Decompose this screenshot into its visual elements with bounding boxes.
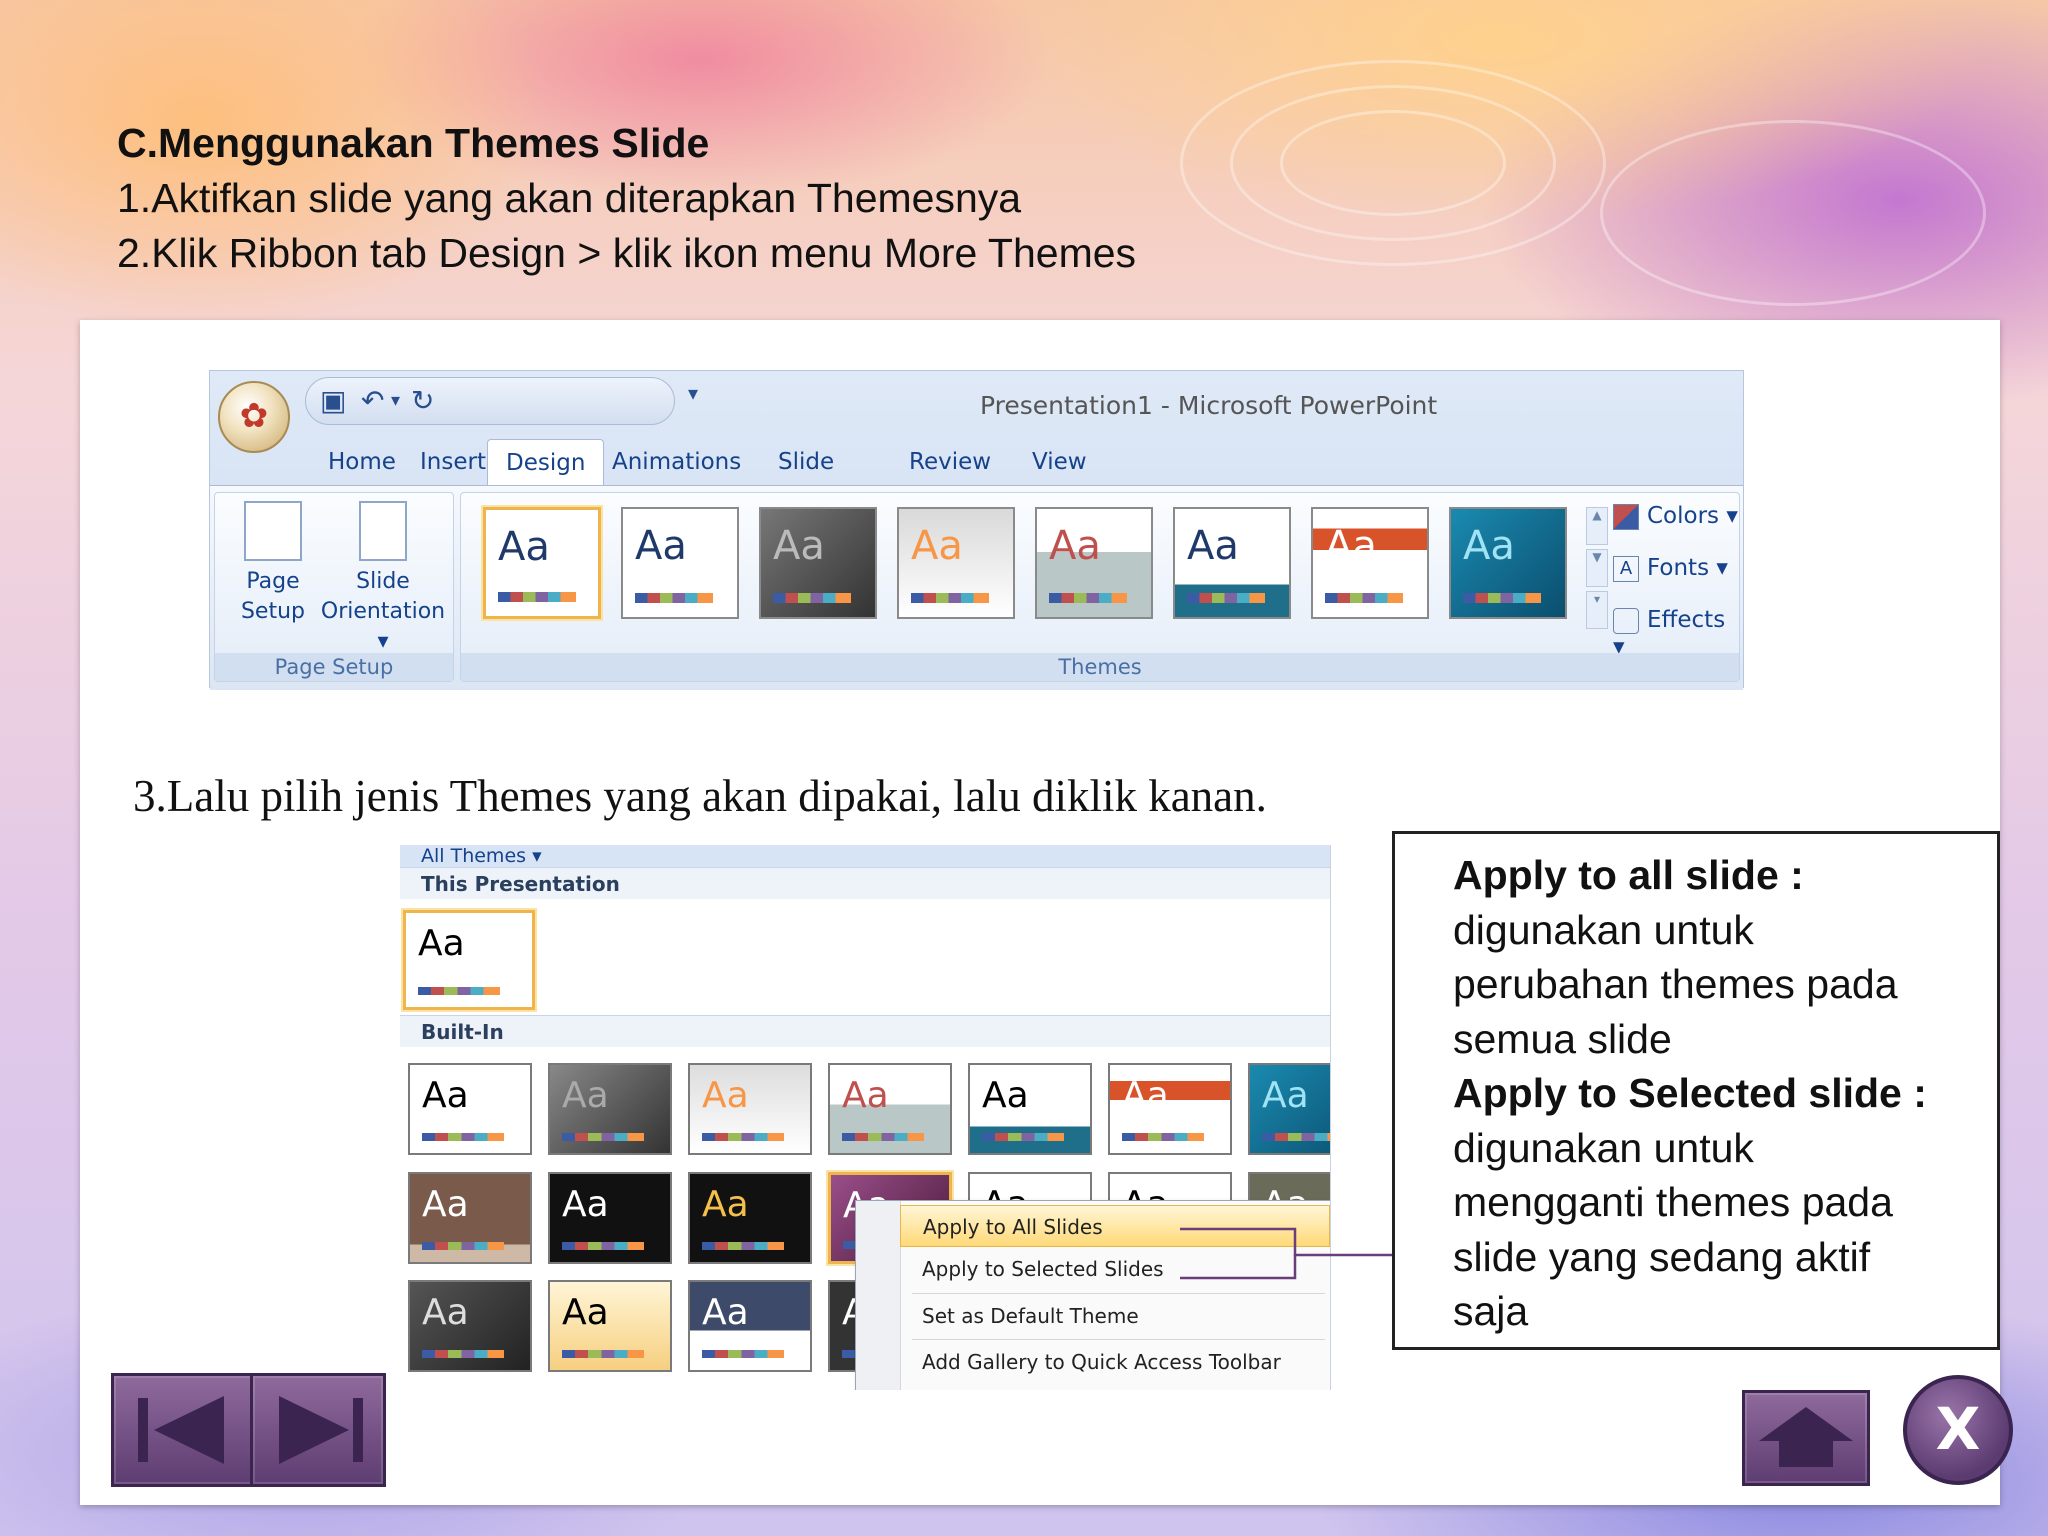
theme-thumbnail[interactable]: Aa: [688, 1280, 812, 1372]
effects-icon: [1613, 607, 1639, 634]
explanation-box: Apply to all slide : digunakan untuk per…: [1392, 831, 2000, 1350]
fonts-button[interactable]: A Fonts ▾: [1613, 555, 1728, 582]
theme-thumbnail[interactable]: Aa: [897, 507, 1015, 619]
page-setup-icon: [244, 501, 302, 561]
quick-access-toolbar: ▣ ↶ ▾ ↻: [305, 377, 675, 425]
home-button[interactable]: [1742, 1390, 1870, 1486]
colors-icon: [1613, 503, 1639, 530]
office-button[interactable]: ✿: [218, 381, 290, 453]
theme-thumbnail[interactable]: Aa: [548, 1280, 672, 1372]
theme-thumbnail[interactable]: Aa: [1035, 507, 1153, 619]
apply-all-desc-3: semua slide: [1453, 1015, 1672, 1062]
all-themes-dropdown[interactable]: All Themes ▾: [400, 845, 1330, 867]
colors-button[interactable]: Colors ▾: [1613, 503, 1738, 530]
page-setup-button[interactable]: Page Setup: [223, 501, 323, 627]
design-tab-body: Page Setup Slide Orientation ▾ Page Setu…: [210, 485, 1743, 690]
apply-all-desc-1: digunakan untuk: [1453, 906, 1754, 953]
tab-animations[interactable]: Animations: [594, 439, 759, 485]
effects-button[interactable]: Effects ▾: [1613, 607, 1739, 660]
fonts-icon: A: [1613, 555, 1639, 582]
menu-separator: [912, 1293, 1325, 1294]
apply-selected-desc-1: digunakan untuk: [1453, 1124, 1754, 1171]
tab-review[interactable]: Review: [891, 439, 1009, 485]
theme-thumbnail[interactable]: Aa: [759, 507, 877, 619]
menu-set-as-default-theme[interactable]: Set as Default Theme: [900, 1295, 1330, 1337]
theme-thumbnail[interactable]: Aa: [548, 1172, 672, 1264]
chevron-down-icon[interactable]: ▾: [391, 390, 400, 411]
apply-selected-heading: Apply to Selected slide :: [1453, 1070, 1927, 1116]
themes-group-label: Themes: [461, 653, 1739, 681]
tab-design[interactable]: Design: [487, 439, 605, 486]
slide-orientation-icon: [359, 501, 407, 561]
theme-thumbnail[interactable]: Aa: [1173, 507, 1291, 619]
tab-view[interactable]: View: [1014, 439, 1105, 485]
apply-selected-desc-2: mengganti themes pada: [1453, 1179, 1893, 1225]
more-themes-icon[interactable]: ▾: [1586, 591, 1608, 629]
customize-qat-icon[interactable]: ▾: [688, 381, 698, 405]
theme-thumbnail[interactable]: Aa: [548, 1063, 672, 1155]
scroll-down-icon[interactable]: ▼: [1586, 549, 1608, 587]
decorative-swirl: [1280, 110, 1506, 216]
previous-slide-button[interactable]: [111, 1373, 255, 1487]
theme-thumbnail[interactable]: Aa: [403, 910, 535, 1010]
theme-thumbnail[interactable]: Aa: [408, 1063, 532, 1155]
apply-all-heading: Apply to all slide :: [1453, 852, 1804, 898]
theme-thumbnail[interactable]: Aa: [968, 1063, 1092, 1155]
context-menu-icon-strip: [856, 1201, 901, 1390]
page-setup-label-line2: Setup: [240, 599, 306, 624]
page-setup-group: Page Setup Slide Orientation ▾ Page Setu…: [214, 492, 454, 682]
theme-thumbnail[interactable]: Aa: [621, 507, 739, 619]
step-2: 2.Klik Ribbon tab Design > klik ikon men…: [117, 230, 1137, 276]
theme-thumbnail[interactable]: Aa: [483, 507, 601, 619]
heading: C.Menggunakan Themes Slide 1.Aktifkan sl…: [117, 116, 1136, 281]
slide-orientation-label-line2: Orientation ▾: [320, 599, 446, 654]
next-slide-button[interactable]: [250, 1373, 386, 1487]
theme-thumbnail[interactable]: Aa: [688, 1063, 812, 1155]
redo-icon[interactable]: ↻: [411, 384, 434, 417]
scroll-up-icon[interactable]: ▲: [1586, 507, 1608, 545]
close-button[interactable]: X: [1903, 1375, 2013, 1485]
colors-label: Colors ▾: [1647, 503, 1738, 529]
themes-group: Aa Aa Aa Aa Aa Aa Aa Aa ▲ ▼ ▾ Colors ▾ A…: [460, 492, 1740, 682]
undo-icon[interactable]: ↶: [361, 384, 384, 417]
menu-separator: [912, 1339, 1325, 1340]
section-title: C.Menggunakan Themes Slide: [117, 120, 710, 166]
themes-scroll: ▲ ▼ ▾: [1586, 507, 1608, 631]
slide-orientation-label-line1: Slide: [356, 569, 410, 594]
step-3: 3.Lalu pilih jenis Themes yang akan dipa…: [133, 771, 1267, 821]
apply-all-desc-2: perubahan themes pada: [1453, 961, 1898, 1007]
themes-gallery-screenshot: All Themes ▾ This Presentation Aa Built-…: [400, 845, 1331, 1390]
callout-connector: [1180, 1227, 1410, 1280]
window-title: Presentation1 - Microsoft PowerPoint: [980, 391, 1438, 420]
page-setup-group-label: Page Setup: [215, 653, 453, 681]
theme-thumbnail[interactable]: Aa: [408, 1172, 532, 1264]
decorative-swirl: [1600, 120, 1986, 306]
section-built-in: Built-In: [400, 1015, 1330, 1047]
theme-thumbnail[interactable]: Aa: [828, 1063, 952, 1155]
save-icon[interactable]: ▣: [320, 384, 346, 417]
theme-thumbnail[interactable]: Aa: [1311, 507, 1429, 619]
theme-thumbnail[interactable]: Aa: [1108, 1063, 1232, 1155]
apply-selected-desc-4: saja: [1453, 1288, 1529, 1334]
fonts-label: Fonts ▾: [1647, 555, 1728, 581]
theme-thumbnail[interactable]: Aa: [408, 1280, 532, 1372]
menu-add-gallery-to-qat[interactable]: Add Gallery to Quick Access Toolbar: [900, 1341, 1330, 1383]
step-1: 1.Aktifkan slide yang akan diterapkan Th…: [117, 175, 1022, 221]
theme-thumbnail[interactable]: Aa: [1248, 1063, 1330, 1155]
apply-selected-desc-3: slide yang sedang aktif: [1453, 1233, 1871, 1280]
tab-home[interactable]: Home: [310, 439, 414, 485]
theme-thumbnail[interactable]: Aa: [688, 1172, 812, 1264]
theme-thumbnail[interactable]: Aa: [1449, 507, 1567, 619]
page-setup-label-line1: Page: [246, 569, 300, 594]
home-icon: [1759, 1407, 1853, 1467]
tab-slide-show[interactable]: Slide Show: [760, 439, 858, 521]
section-this-presentation: This Presentation: [400, 867, 1330, 899]
next-icon: [279, 1396, 363, 1464]
previous-icon: [138, 1396, 224, 1464]
slide-orientation-button[interactable]: Slide Orientation ▾: [315, 501, 451, 657]
ribbon-screenshot: ✿ ▣ ↶ ▾ ↻ ▾ Presentation1 - Microsoft Po…: [209, 370, 1744, 690]
